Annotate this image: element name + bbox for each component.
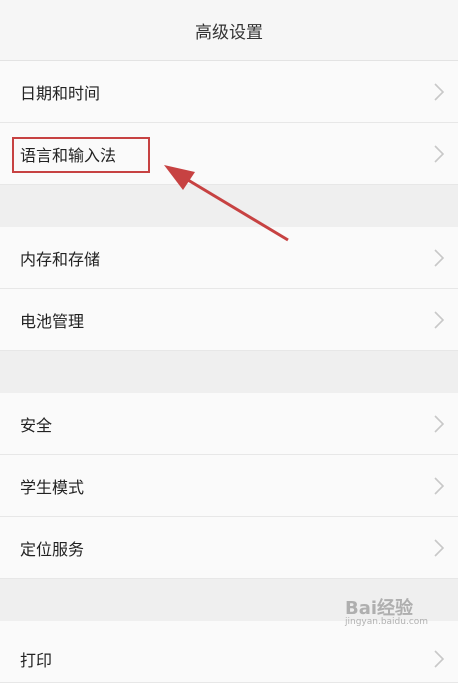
baidu-jingyan-watermark: Bai经验 jingyan.baidu.com xyxy=(345,594,453,634)
annotation-arrow xyxy=(164,165,289,242)
watermark-site: jingyan.baidu.com xyxy=(345,617,429,627)
chevron-right-icon xyxy=(434,650,445,668)
settings-item-label: 打印 xyxy=(20,651,53,670)
